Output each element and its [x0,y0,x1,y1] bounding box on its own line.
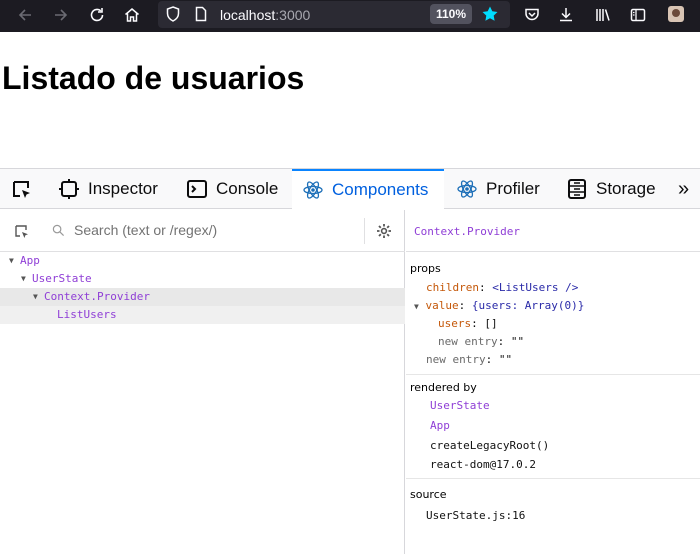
tree-row-app[interactable]: ▼ App [0,252,405,270]
divider [406,478,700,479]
tree-label: ListUsers [57,308,117,321]
reload-icon[interactable] [86,4,108,26]
props-section-title: props [410,262,441,275]
new-entry-key: new entry [426,353,486,366]
pocket-icon[interactable] [521,4,543,26]
caret-down-icon[interactable]: ▼ [21,270,26,288]
element-picker-icon[interactable] [10,178,34,202]
tree-row-context-provider[interactable]: ▼ Context.Provider [0,288,405,306]
prop-value: <ListUsers /> [492,281,579,294]
settings-gear-icon[interactable] [376,223,392,244]
console-icon [186,178,208,200]
prop-key: value [425,299,459,312]
page-icon[interactable] [190,3,212,25]
prop-value: {users: Array(0)} [471,299,585,312]
zoom-badge[interactable]: 110% [430,4,473,24]
tree-row-userstate[interactable]: ▼ UserState [0,270,405,288]
selected-component-name: Context.Provider [414,225,520,238]
rendered-by-section-title: rendered by [410,381,477,394]
caret-down-icon[interactable]: ▼ [414,302,419,311]
url-host: localhost [220,7,276,23]
react-icon [456,178,478,200]
caret-down-icon[interactable]: ▼ [33,288,38,306]
tree-label: App [20,254,40,267]
react-icon [302,179,324,201]
library-icon[interactable] [592,4,614,26]
caret-down-icon[interactable]: ▼ [9,252,14,270]
new-entry-value: "" [510,335,525,348]
sidebar-icon[interactable] [627,4,649,26]
forward-arrow-icon[interactable] [50,4,72,26]
star-icon[interactable] [479,3,501,25]
new-entry-value: "" [498,353,513,366]
home-icon[interactable] [121,4,143,26]
new-entry-nested[interactable]: new entry: "" [438,335,524,348]
tree-label: UserState [32,272,92,285]
divider [406,374,700,375]
rendered-by-item: createLegacyRoot() [430,439,550,452]
tab-inspector[interactable]: Inspector [58,169,158,209]
tab-profiler[interactable]: Profiler [456,169,540,209]
tab-profiler-label: Profiler [486,179,540,198]
props-panel: Context.Provider props children: <ListUs… [406,210,700,554]
more-tabs-chevron-icon[interactable]: » [678,169,689,209]
new-entry-key: new entry [438,335,498,348]
prop-key: children [426,281,479,294]
tab-components-label: Components [332,180,429,199]
prop-children[interactable]: children: <ListUsers /> [426,281,578,294]
tree-row-listusers[interactable]: ListUsers [0,306,405,324]
url-port: :3000 [275,7,311,23]
rendered-by-item: react-dom@17.0.2 [430,458,536,471]
rendered-by-item[interactable]: UserState [430,399,490,412]
prop-users[interactable]: users: [] [438,317,498,330]
rendered-by-item[interactable]: App [430,419,450,432]
inspector-icon [58,178,80,200]
component-tree: ▼ App ▼ UserState ▼ Context.Provider Lis… [0,252,405,324]
page-title: Listado de usuarios [2,60,305,96]
component-tree-panel: Search (text or /regex/) ▼ App ▼ UserSta… [0,210,405,554]
selected-component-header: Context.Provider [406,210,700,252]
prop-value-row[interactable]: ▼ value: {users: Array(0)} [414,299,584,312]
devtools-panel: Inspector Console Components Profiler St [0,168,700,554]
url-text[interactable]: localhost:3000 [220,7,310,23]
tab-storage[interactable]: Storage [566,169,656,209]
storage-icon [566,178,588,200]
devtools-tabbar: Inspector Console Components Profiler St [0,169,700,209]
account-avatar[interactable] [668,6,684,22]
component-search-input[interactable]: Search (text or /regex/) [74,222,217,238]
prop-key: users [438,317,472,330]
download-icon[interactable] [555,4,577,26]
shield-icon[interactable] [162,3,184,25]
tab-storage-label: Storage [596,179,656,198]
source-section-title: source [410,488,447,501]
source-file-link[interactable]: UserState.js:16 [426,509,525,522]
browser-toolbar: localhost:3000 110% [0,0,700,32]
search-divider [364,218,365,244]
tab-console-label: Console [216,179,279,198]
tree-label: Context.Provider [44,290,150,303]
back-arrow-icon[interactable] [14,4,36,26]
tab-components[interactable]: Components [292,169,444,209]
select-element-icon[interactable] [14,224,30,245]
tab-console[interactable]: Console [186,169,278,209]
url-bar[interactable]: localhost:3000 110% [158,1,510,28]
prop-value: [] [484,317,498,330]
page-content: Listado de usuarios [0,32,700,168]
search-row: Search (text or /regex/) [0,210,405,252]
new-entry-root[interactable]: new entry: "" [426,353,512,366]
tab-inspector-label: Inspector [88,179,158,198]
search-icon [52,224,65,242]
